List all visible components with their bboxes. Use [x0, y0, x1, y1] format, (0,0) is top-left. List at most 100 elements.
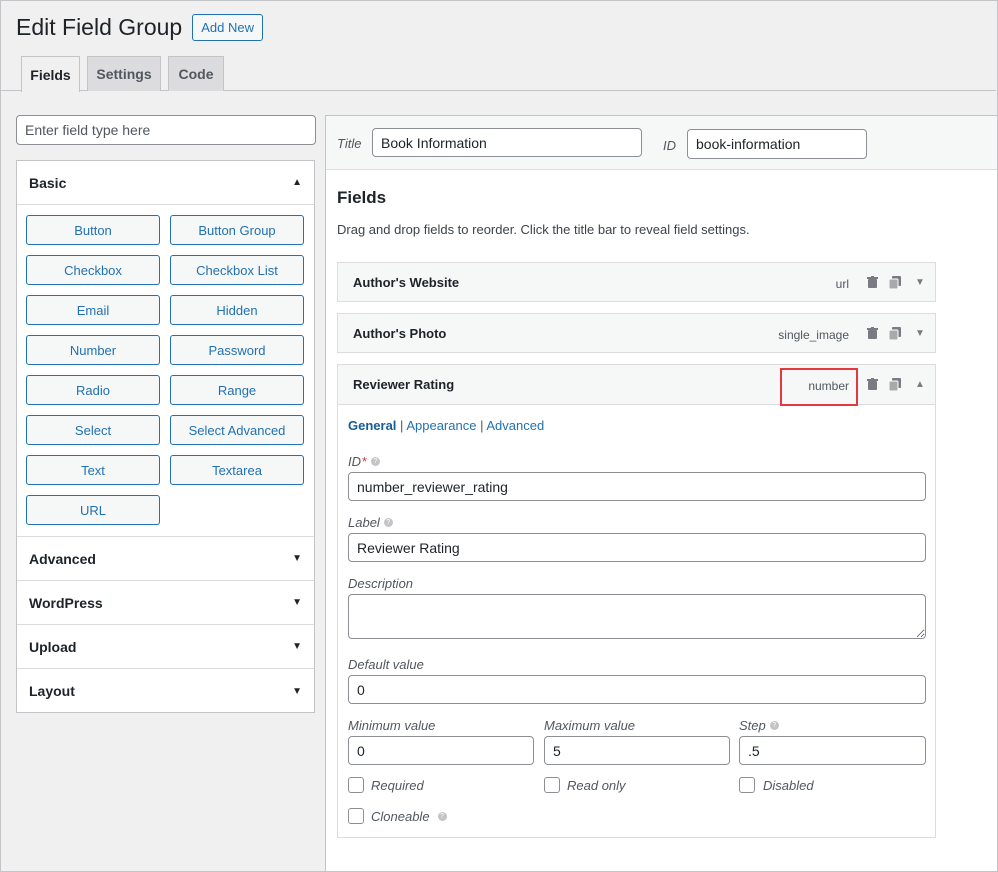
- disabled-checkbox[interactable]: [739, 777, 755, 793]
- title-input[interactable]: Book Information: [372, 128, 642, 157]
- subtab-advanced[interactable]: Advanced: [486, 418, 544, 433]
- description-label: Description: [348, 576, 414, 591]
- section-basic[interactable]: Basic ▲: [17, 161, 314, 205]
- duplicate-icon[interactable]: [888, 326, 902, 340]
- field-type-label: single_image: [778, 328, 849, 342]
- expand-arrow-icon: ▼: [292, 641, 302, 652]
- field-type-text[interactable]: Text: [26, 455, 160, 485]
- field-types-sidebar: Basic ▲ Button Button Group Checkbox Che…: [16, 160, 315, 713]
- collapse-arrow-icon[interactable]: ▲: [913, 377, 927, 391]
- disabled-checkbox-label: Disabled: [763, 778, 814, 793]
- field-card-authors-website[interactable]: Author's Website url ▼: [337, 262, 936, 302]
- step-input[interactable]: .5: [739, 736, 926, 765]
- label-field-label: Label?: [348, 515, 393, 530]
- field-type-password[interactable]: Password: [170, 335, 304, 365]
- expand-arrow-icon: ▼: [292, 685, 302, 697]
- subtab-appearance[interactable]: Appearance: [406, 418, 476, 433]
- cloneable-checkbox-label: Cloneable?: [371, 809, 447, 824]
- trash-icon[interactable]: [865, 326, 879, 340]
- fields-heading: Fields: [337, 188, 387, 207]
- page-title: Edit Field Group: [16, 13, 183, 40]
- field-label-input[interactable]: Reviewer Rating: [348, 533, 926, 562]
- required-checkbox[interactable]: [348, 777, 364, 793]
- id-label-text: ID: [348, 454, 361, 469]
- field-type-checkbox-list[interactable]: Checkbox List: [170, 255, 304, 285]
- expand-arrow-icon[interactable]: ▼: [913, 275, 927, 289]
- field-group-editor: Title Book Information ID book-informati…: [325, 115, 998, 872]
- title-label: Title: [337, 136, 362, 151]
- required-checkbox-label: Required: [371, 778, 424, 793]
- field-type-textarea[interactable]: Textarea: [170, 455, 304, 485]
- field-type-range[interactable]: Range: [170, 375, 304, 405]
- page-header: Edit Field Group Add New: [16, 12, 263, 42]
- cloneable-checkbox[interactable]: [348, 808, 364, 824]
- field-id-input[interactable]: number_reviewer_rating: [348, 472, 926, 501]
- basic-field-types: Button Button Group Checkbox Checkbox Li…: [17, 206, 314, 537]
- help-icon: ?: [769, 721, 779, 730]
- field-card-authors-photo[interactable]: Author's Photo single_image ▼: [337, 313, 936, 353]
- min-value-input[interactable]: 0: [348, 736, 534, 765]
- section-wordpress-label: WordPress: [29, 594, 103, 611]
- trash-icon[interactable]: [865, 275, 879, 289]
- type-highlight-box: [780, 368, 858, 406]
- field-type-label: url: [835, 277, 849, 291]
- expand-arrow-icon: ▼: [292, 553, 302, 564]
- max-value-label: Maximum value: [544, 718, 636, 733]
- field-type-radio[interactable]: Radio: [26, 375, 160, 405]
- tab-fields[interactable]: Fields: [21, 56, 80, 92]
- field-type-checkbox[interactable]: Checkbox: [26, 255, 160, 285]
- section-advanced[interactable]: Advanced ▼: [17, 537, 314, 581]
- add-new-button[interactable]: Add New: [192, 13, 263, 41]
- section-advanced-label: Advanced: [29, 550, 96, 567]
- read-only-checkbox[interactable]: [544, 777, 560, 793]
- group-id-input[interactable]: book-information: [687, 129, 867, 159]
- expand-arrow-icon: ▼: [292, 597, 302, 608]
- cloneable-label-text: Cloneable: [371, 809, 430, 824]
- field-type-number[interactable]: Number: [26, 335, 160, 365]
- field-type-button[interactable]: Button: [26, 215, 160, 245]
- description-textarea[interactable]: [348, 594, 926, 639]
- section-upload-label: Upload: [29, 638, 77, 655]
- field-type-hidden[interactable]: Hidden: [170, 295, 304, 325]
- label-label-text: Label: [348, 515, 380, 530]
- min-value-label: Minimum value: [348, 718, 436, 733]
- tab-bar: Fields Settings Code: [0, 56, 996, 92]
- section-basic-label: Basic: [29, 174, 67, 191]
- tab-settings[interactable]: Settings: [87, 56, 161, 91]
- section-wordpress[interactable]: WordPress ▼: [17, 581, 314, 625]
- default-value-input[interactable]: 0: [348, 675, 926, 704]
- field-type-url[interactable]: URL: [26, 495, 160, 525]
- section-upload[interactable]: Upload ▼: [17, 625, 314, 669]
- field-name: Reviewer Rating: [353, 377, 455, 392]
- expand-arrow-icon[interactable]: ▼: [913, 326, 927, 340]
- settings-subtabs: General | Appearance | Advanced: [348, 418, 544, 433]
- field-name: Author's Photo: [353, 326, 447, 341]
- section-layout[interactable]: Layout ▼: [17, 669, 314, 713]
- field-type-email[interactable]: Email: [26, 295, 160, 325]
- help-icon: ?: [371, 457, 381, 466]
- required-mark: *: [362, 454, 368, 469]
- duplicate-icon[interactable]: [888, 275, 902, 289]
- collapse-arrow-icon: ▲: [292, 177, 302, 188]
- field-type-button-group[interactable]: Button Group: [170, 215, 304, 245]
- group-id-label: ID: [663, 138, 676, 153]
- field-card-reviewer-rating: Reviewer Rating number ▲ General | Appea…: [337, 364, 936, 838]
- field-name: Author's Website: [353, 275, 460, 290]
- duplicate-icon[interactable]: [888, 377, 902, 391]
- trash-icon[interactable]: [865, 377, 879, 391]
- step-label: Step?: [739, 718, 779, 733]
- step-label-text: Step: [739, 718, 766, 733]
- field-type-search-input[interactable]: [16, 115, 316, 145]
- subtab-general[interactable]: General: [348, 418, 396, 433]
- default-value-label: Default value: [348, 657, 424, 672]
- field-type-select-advanced[interactable]: Select Advanced: [170, 415, 304, 445]
- max-value-input[interactable]: 5: [544, 736, 730, 765]
- field-type-select[interactable]: Select: [26, 415, 160, 445]
- read-only-checkbox-label: Read only: [567, 778, 626, 793]
- section-layout-label: Layout: [29, 683, 75, 699]
- help-icon: ?: [383, 518, 393, 527]
- id-field-label: ID *?: [348, 454, 381, 469]
- fields-description: Drag and drop fields to reorder. Click t…: [337, 222, 750, 237]
- help-icon: ?: [437, 812, 447, 821]
- tab-code[interactable]: Code: [168, 56, 224, 91]
